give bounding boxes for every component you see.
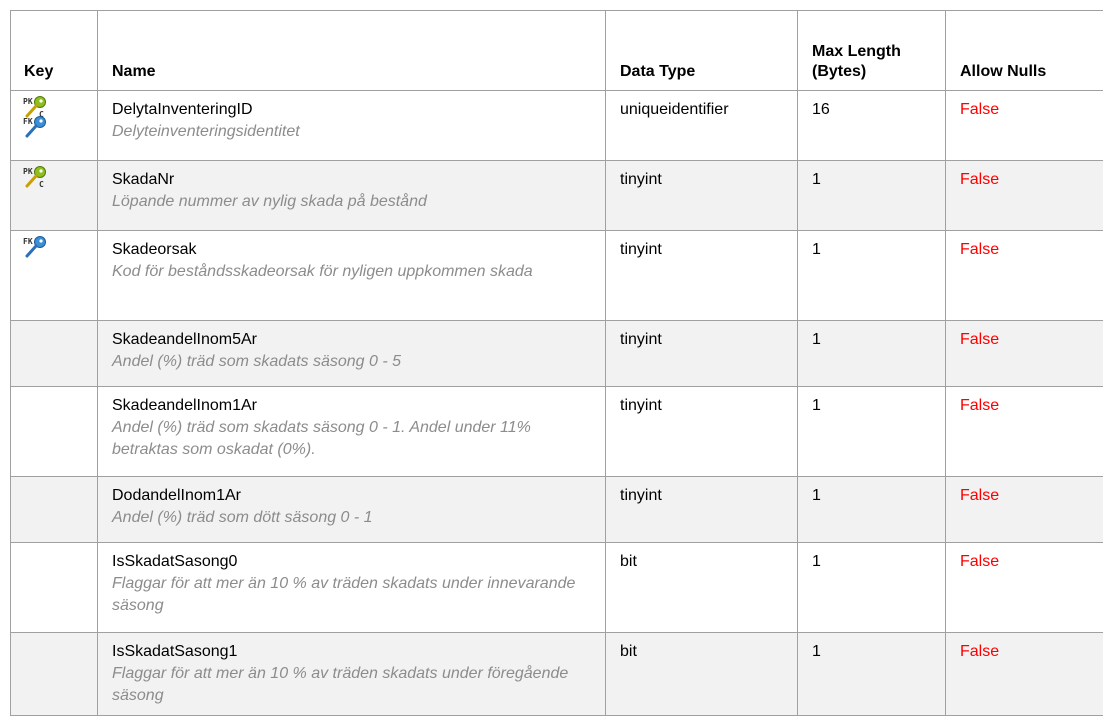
column-name: IsSkadatSasong0 [112, 553, 237, 570]
key-cell [11, 477, 98, 543]
table-row: DodandelInom1Ar Andel (%) träd som dött s… [11, 477, 1103, 543]
table-row: SkadaNr Löpande nummer av nylig skada på … [11, 161, 1103, 231]
max-length-cell: 1 [798, 387, 946, 477]
column-name: Skadeorsak [112, 241, 197, 258]
column-name: SkadaNr [112, 171, 174, 188]
name-cell: IsSkadatSasong0 Flaggar för att mer än 10… [98, 543, 606, 633]
column-name: SkadeandelInom5Ar [112, 331, 257, 348]
header-name: Name [98, 11, 606, 91]
header-max-length-line1: Max Length [812, 43, 901, 60]
column-name: DelytaInventeringID [112, 101, 253, 118]
data-type-cell: tinyint [606, 161, 798, 231]
table-row: IsSkadatSasong0 Flaggar för att mer än 10… [11, 543, 1103, 633]
allow-nulls-cell: False [946, 231, 1103, 321]
table-row: DelytaInventeringID Delyteinventeringside… [11, 91, 1103, 161]
allow-nulls-cell: False [946, 543, 1103, 633]
fk-icon [23, 235, 49, 259]
name-cell: Skadeorsak Kod för beståndsskadeorsak för… [98, 231, 606, 321]
allow-nulls-cell: False [946, 321, 1103, 387]
data-type-cell: bit [606, 633, 798, 716]
column-description: Kod för beståndsskadeorsak för nyligen u… [112, 261, 595, 283]
name-cell: SkadaNr Löpande nummer av nylig skada på … [98, 161, 606, 231]
column-description: Delyteinventeringsidentitet [112, 121, 595, 143]
key-cell [11, 161, 98, 231]
allow-nulls-cell: False [946, 387, 1103, 477]
max-length-cell: 1 [798, 543, 946, 633]
name-cell: DelytaInventeringID Delyteinventeringside… [98, 91, 606, 161]
max-length-cell: 1 [798, 477, 946, 543]
key-cell [11, 321, 98, 387]
table-row: IsSkadatSasong1 Flaggar för att mer än 10… [11, 633, 1103, 716]
column-description: Flaggar för att mer än 10 % av träden sk… [112, 573, 595, 617]
key-cell [11, 633, 98, 716]
data-type-cell: bit [606, 543, 798, 633]
data-type-cell: tinyint [606, 387, 798, 477]
data-type-cell: tinyint [606, 321, 798, 387]
header-data-type: Data Type [606, 11, 798, 91]
data-type-cell: tinyint [606, 231, 798, 321]
name-cell: DodandelInom1Ar Andel (%) träd som dött s… [98, 477, 606, 543]
column-description: Andel (%) träd som dött säsong 0 - 1 [112, 507, 595, 529]
key-cell [11, 387, 98, 477]
key-cell [11, 231, 98, 321]
table-row: SkadeandelInom5Ar Andel (%) träd som skad… [11, 321, 1103, 387]
max-length-cell: 1 [798, 321, 946, 387]
column-description: Andel (%) träd som skadats säsong 0 - 5 [112, 351, 595, 373]
allow-nulls-cell: False [946, 477, 1103, 543]
max-length-cell: 1 [798, 633, 946, 716]
header-max-length-line2: (Bytes) [812, 63, 866, 80]
key-cell [11, 91, 98, 161]
name-cell: SkadeandelInom1Ar Andel (%) träd som skad… [98, 387, 606, 477]
column-description: Andel (%) träd som skadats säsong 0 - 1.… [112, 417, 595, 461]
name-cell: SkadeandelInom5Ar Andel (%) träd som skad… [98, 321, 606, 387]
max-length-cell: 1 [798, 161, 946, 231]
column-description: Löpande nummer av nylig skada på bestånd [112, 191, 595, 213]
column-name: SkadeandelInom1Ar [112, 397, 257, 414]
columns-table: Key Name Data Type Max Length (Bytes) All… [10, 10, 1103, 716]
column-name: IsSkadatSasong1 [112, 643, 237, 660]
table-row: SkadeandelInom1Ar Andel (%) träd som skad… [11, 387, 1103, 477]
header-key: Key [11, 11, 98, 91]
allow-nulls-cell: False [946, 91, 1103, 161]
data-type-cell: tinyint [606, 477, 798, 543]
header-max-length: Max Length (Bytes) [798, 11, 946, 91]
column-description: Flaggar för att mer än 10 % av träden sk… [112, 663, 595, 707]
allow-nulls-cell: False [946, 633, 1103, 716]
column-name: DodandelInom1Ar [112, 487, 241, 504]
allow-nulls-cell: False [946, 161, 1103, 231]
max-length-cell: 1 [798, 231, 946, 321]
max-length-cell: 16 [798, 91, 946, 161]
fk-icon [23, 115, 49, 139]
name-cell: IsSkadatSasong1 Flaggar för att mer än 10… [98, 633, 606, 716]
data-type-cell: uniqueidentifier [606, 91, 798, 161]
header-allow-nulls: Allow Nulls [946, 11, 1103, 91]
table-row: Skadeorsak Kod för beståndsskadeorsak för… [11, 231, 1103, 321]
key-cell [11, 543, 98, 633]
pk-icon [23, 165, 49, 189]
